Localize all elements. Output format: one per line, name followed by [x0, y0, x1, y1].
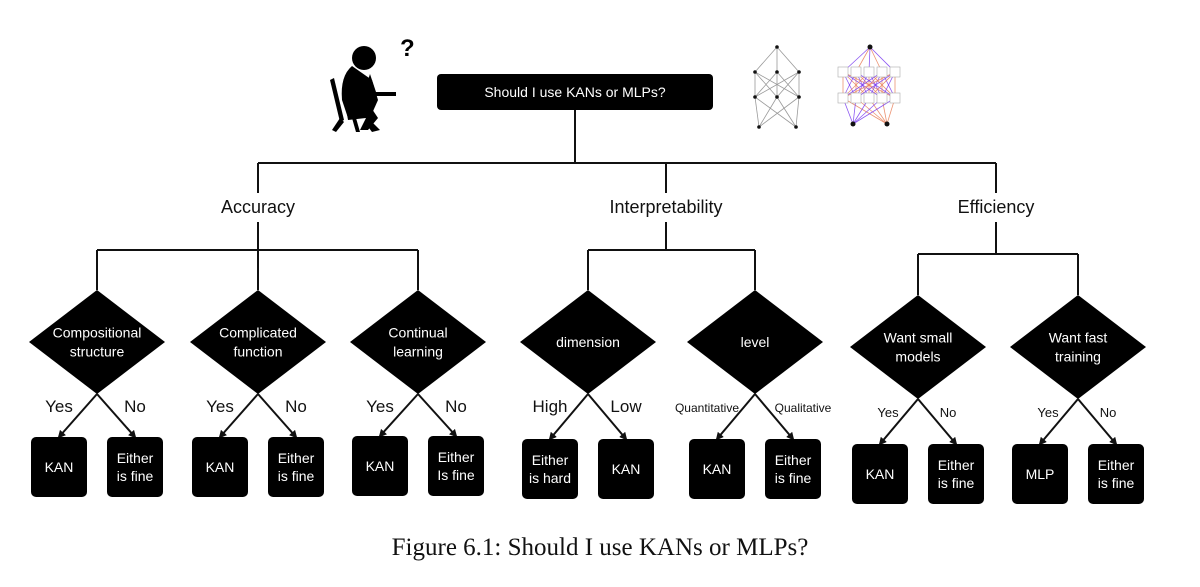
category-label: Efficiency: [958, 197, 1035, 217]
decision-diamond: [850, 295, 986, 399]
result-label: is fine: [775, 470, 812, 486]
branch-label: No: [285, 397, 307, 416]
decision-diamond: [1010, 295, 1146, 399]
result-label: KAN: [866, 466, 895, 482]
connector-lines: [57, 110, 1118, 446]
result-node: KAN: [689, 439, 745, 499]
result-box: [1088, 444, 1144, 504]
question-label: Complicated: [219, 325, 297, 341]
result-label: Either: [117, 450, 154, 466]
branch-label: No: [1100, 405, 1117, 420]
result-node: Either Is fine: [428, 436, 484, 496]
question-label: models: [895, 349, 940, 365]
result-label: is fine: [938, 475, 975, 491]
branch-label: Yes: [366, 397, 394, 416]
result-label: KAN: [366, 458, 395, 474]
branch-label: No: [445, 397, 467, 416]
result-node: Either is fine: [765, 439, 821, 499]
question-label: Continual: [388, 325, 447, 341]
branch-label: Quantitative: [675, 401, 739, 415]
question-label: training: [1055, 349, 1101, 365]
branch-label: High: [533, 397, 568, 416]
question-node: Complicated function: [190, 290, 326, 394]
result-label: KAN: [703, 461, 732, 477]
result-label: is hard: [529, 470, 571, 486]
question-label: level: [741, 334, 770, 350]
result-node: KAN: [598, 439, 654, 499]
person-thinking-icon: ?: [330, 35, 415, 132]
result-node: MLP: [1012, 444, 1068, 504]
result-box: [428, 436, 484, 496]
result-node: Either is fine: [268, 437, 324, 497]
decision-diamond: [350, 290, 486, 394]
question-label: function: [233, 344, 282, 360]
result-node: KAN: [31, 437, 87, 497]
mlp-network-icon: [837, 44, 901, 127]
result-label: KAN: [206, 459, 235, 475]
kan-network-icon: [753, 45, 801, 129]
result-node: KAN: [852, 444, 908, 504]
result-box: [522, 439, 578, 499]
result-box: [268, 437, 324, 497]
question-label: dimension: [556, 334, 620, 350]
question-label: Compositional: [53, 325, 142, 341]
result-label: Either: [1098, 457, 1135, 473]
result-node: Either is fine: [1088, 444, 1144, 504]
question-label: Want small: [884, 330, 953, 346]
result-label: Is fine: [437, 467, 475, 483]
question-mark: ?: [400, 35, 415, 62]
decision-diamond: [29, 290, 165, 394]
question-node: Compositional structure: [29, 290, 165, 394]
result-label: Either: [775, 452, 812, 468]
branch-label: Yes: [206, 397, 234, 416]
branch-label: Qualitative: [775, 401, 832, 415]
result-box: [107, 437, 163, 497]
result-box: [928, 444, 984, 504]
branch-label: Yes: [877, 405, 899, 420]
branch-label: No: [940, 405, 957, 420]
branch-label: Yes: [1037, 405, 1059, 420]
result-node: KAN: [352, 436, 408, 496]
question-node: Want small models: [850, 295, 986, 399]
question-label: structure: [70, 344, 125, 360]
result-label: Either: [532, 452, 569, 468]
branch-label: Low: [610, 397, 642, 416]
result-label: Either: [278, 450, 315, 466]
category-label: Accuracy: [221, 197, 295, 217]
result-label: is fine: [117, 468, 154, 484]
root-node: Should I use KANs or MLPs?: [437, 74, 713, 110]
question-label: Want fast: [1049, 330, 1108, 346]
result-label: KAN: [45, 459, 74, 475]
result-label: KAN: [612, 461, 641, 477]
result-label: Either: [438, 449, 475, 465]
question-node: level: [687, 290, 823, 394]
result-label: MLP: [1026, 466, 1055, 482]
result-label: Either: [938, 457, 975, 473]
result-node: Either is fine: [107, 437, 163, 497]
result-box: [765, 439, 821, 499]
category-label: Interpretability: [609, 197, 722, 217]
result-label: is fine: [1098, 475, 1135, 491]
root-label: Should I use KANs or MLPs?: [484, 84, 666, 100]
result-node: Either is hard: [522, 439, 578, 499]
tree-nodes: Accuracy Compositional structure Yes KAN No Ei…: [29, 197, 1146, 504]
result-node: KAN: [192, 437, 248, 497]
branch-label: Yes: [45, 397, 73, 416]
branch-label: No: [124, 397, 146, 416]
result-label: is fine: [278, 468, 315, 484]
question-node: dimension: [520, 290, 656, 394]
question-node: Continual learning: [350, 290, 486, 394]
question-label: learning: [393, 344, 443, 360]
result-node: Either is fine: [928, 444, 984, 504]
decision-tree-diagram: ? Should I use KANs or MLPs? Accuracy Com…: [29, 35, 1146, 504]
decision-diamond: [190, 290, 326, 394]
figure-caption: Figure 6.1: Should I use KANs or MLPs?: [391, 534, 809, 561]
question-node: Want fast training: [1010, 295, 1146, 399]
